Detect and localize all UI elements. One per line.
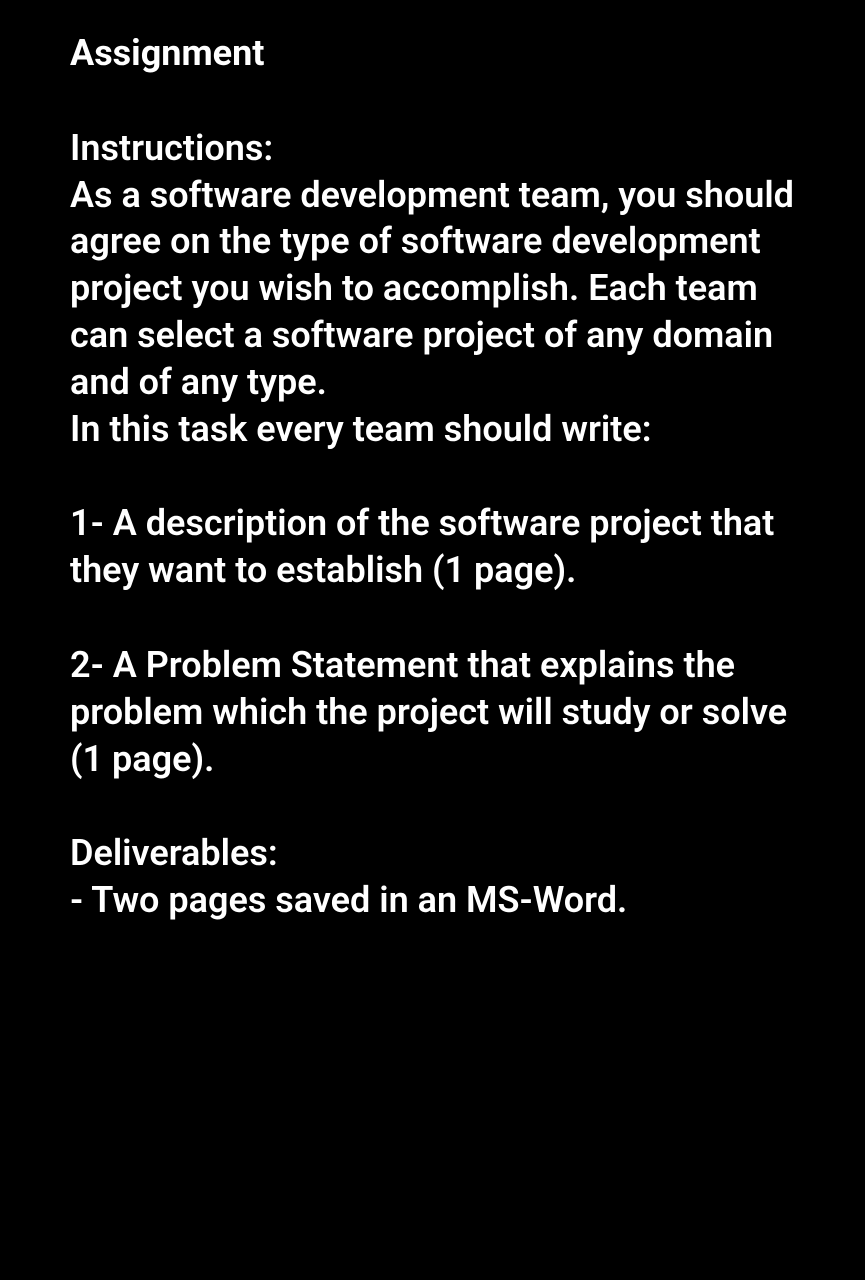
task-item-1: 1- A description of the software project… [70,500,795,594]
instructions-heading: Instructions: [70,125,795,172]
deliverables-body: - Two pages saved in an MS-Word. [70,877,795,924]
instructions-body-1: As a software development team, you shou… [70,172,795,406]
document-title: Assignment [70,30,795,77]
deliverables-section: Deliverables: - Two pages saved in an MS… [70,830,795,924]
task-item-2: 2- A Problem Statement that explains the… [70,642,795,782]
instructions-body-2: In this task every team should write: [70,406,795,453]
instructions-section: Instructions: As a software development … [70,125,795,453]
deliverables-heading: Deliverables: [70,830,795,877]
